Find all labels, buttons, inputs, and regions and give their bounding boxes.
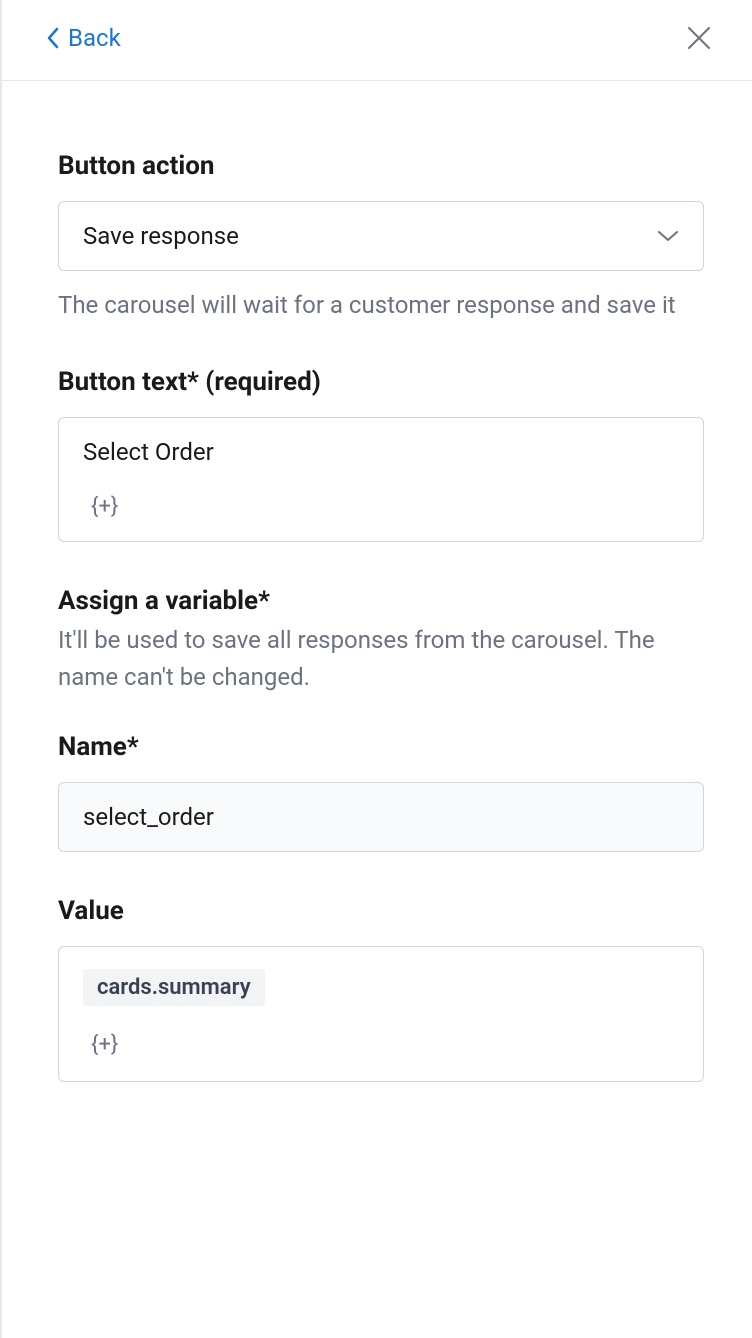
button-action-value: Save response [83,222,239,250]
value-group: Value cards.summary {+} [58,896,704,1082]
name-input: select_order [58,782,704,852]
back-label: Back [68,24,121,52]
back-button[interactable]: Back [46,24,121,52]
button-text-value: Select Order [83,438,679,466]
insert-variable-button-value[interactable]: {+} [83,1032,118,1057]
button-text-input[interactable]: Select Order {+} [58,417,704,542]
button-action-label: Button action [58,151,704,181]
button-text-label: Button text* (required) [58,367,704,397]
chevron-left-icon [46,27,60,49]
panel-header: Back [2,0,752,81]
value-input[interactable]: cards.summary {+} [58,946,704,1082]
button-action-help: The carousel will wait for a customer re… [58,287,704,323]
insert-variable-icon: {+} [91,494,118,519]
chevron-down-icon [657,229,679,243]
assign-variable-section: Assign a variable* It'll be used to save… [58,586,704,696]
name-group: Name* select_order [58,732,704,852]
name-value: select_order [83,803,214,831]
button-text-group: Button text* (required) Select Order {+} [58,367,704,542]
assign-variable-sub: It'll be used to save all responses from… [58,622,704,696]
insert-variable-icon: {+} [91,1032,118,1057]
value-label: Value [58,896,704,926]
panel-content: Button action Save response The carousel… [2,81,752,1082]
insert-variable-button[interactable]: {+} [83,494,118,519]
button-action-group: Button action Save response The carousel… [58,151,704,323]
assign-variable-label: Assign a variable* [58,586,704,616]
name-label: Name* [58,732,704,762]
close-button[interactable] [686,25,712,51]
close-icon [686,25,712,51]
value-chip-text: cards.summary [97,975,251,1000]
value-chip[interactable]: cards.summary [83,969,265,1006]
button-action-select[interactable]: Save response [58,201,704,271]
